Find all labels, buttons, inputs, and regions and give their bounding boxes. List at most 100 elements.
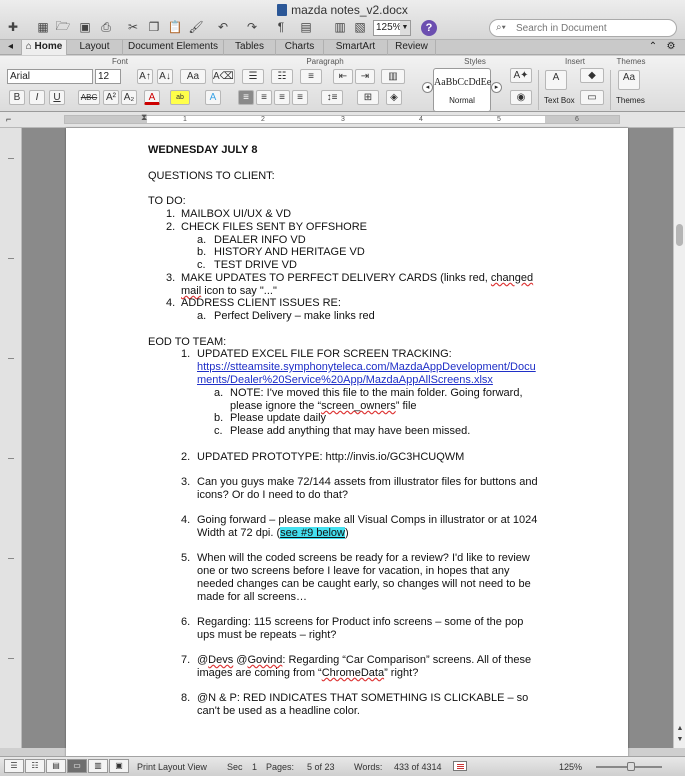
shrink-font-button[interactable]: A↓ [157,69,173,84]
new-document-icon[interactable]: ✚ [4,18,22,36]
underline-button[interactable]: U [49,90,65,105]
notebook-view-icon[interactable]: ▥ [88,759,108,773]
tab-home[interactable]: ⌂ Home [22,40,67,55]
multilevel-list-icon[interactable]: ≡ [300,69,322,84]
style-normal[interactable]: AaBbCcDdEe Normal [433,68,491,112]
templates-icon[interactable]: ▦ [34,18,52,36]
view-mode-label: Print Layout View [137,762,207,772]
doc-todo: TO DO: [148,195,186,207]
align-center-button[interactable]: ≡ [256,90,272,105]
separator [538,70,539,110]
shading-icon[interactable]: ◈ [386,90,402,105]
search-box[interactable]: ⌕▾ [489,19,677,37]
list-item: DEALER INFO VD [214,234,306,246]
font-size-select[interactable]: 12 [95,69,121,84]
proofing-icon[interactable] [453,761,467,771]
publishing-view-icon[interactable]: ▤ [46,759,66,773]
tab-review[interactable]: Review [388,40,436,55]
line-spacing-icon[interactable]: ↕≡ [321,90,343,105]
grow-font-button[interactable]: A↑ [137,69,153,84]
list-item: can't be used as a headline color. [197,705,360,717]
focus-view-icon[interactable]: ▣ [109,759,129,773]
styles-prev-icon[interactable]: ◂ [422,82,433,93]
tracking-link[interactable]: ments/Dealer%20Service%20App/MazdaAppAll… [197,374,493,387]
bold-button[interactable]: B [9,90,25,105]
numbering-icon[interactable]: ☷ [271,69,293,84]
search-input[interactable] [516,22,671,35]
align-right-button[interactable]: ≡ [274,90,290,105]
redo-icon[interactable]: ↷ [243,18,261,36]
tab-charts[interactable]: Charts [276,40,324,55]
picture-icon[interactable]: ▭ [580,90,604,105]
tab-stop-icon[interactable]: ⌐ [6,114,18,126]
help-icon[interactable]: ? [421,20,437,36]
chevron-down-icon[interactable]: ▼ [400,21,410,35]
themes-icon[interactable]: Aa [618,70,640,90]
shape-icon[interactable]: ◆ [580,68,604,83]
clear-formatting-button[interactable]: A⌫ [212,69,235,84]
print-icon[interactable]: ⎙ [97,18,115,36]
tab-tables[interactable]: Tables [224,40,276,55]
undo-icon[interactable]: ↶ [214,18,232,36]
ruler-bar[interactable]: 1 2 3 4 5 6 [64,115,620,124]
text-styles-icon[interactable]: A✦ [510,68,532,83]
text-effects-button[interactable]: A [205,90,221,105]
draft-view-icon[interactable]: ☰ [4,759,24,773]
font-color-button[interactable]: A [144,90,160,105]
strikethrough-button[interactable]: ABC [78,90,100,105]
scroll-up-icon[interactable]: ▲ [675,724,685,734]
list-item: Please add anything that may have been m… [230,425,471,437]
list-number: 3. [181,476,191,488]
text-run: please ignore the “ [230,400,322,412]
save-icon[interactable]: ▣ [76,18,94,36]
tracking-link[interactable]: https://stteamsite.symphonyteleca.com/Ma… [197,361,536,374]
text-run: changed [490,272,534,284]
styles-pane-icon[interactable]: ◉ [510,90,532,105]
tab-smartart[interactable]: SmartArt [324,40,388,55]
increase-indent-icon[interactable]: ⇥ [355,69,375,84]
decrease-indent-icon[interactable]: ⇤ [333,69,353,84]
text-box-icon[interactable]: A [545,70,567,90]
font-name-select[interactable]: Arial [7,69,93,84]
list-letter: c. [197,259,206,271]
bullets-icon[interactable]: ☰ [242,69,264,84]
pilcrow-icon[interactable]: ¶ [272,18,290,36]
sidebar-icon[interactable]: ▤ [297,18,315,36]
tab-layout[interactable]: Layout [67,40,123,55]
format-painter-icon[interactable]: 🖌 [187,18,205,36]
tab-document-elements[interactable]: Document Elements [123,40,224,55]
vertical-scrollbar[interactable]: ▲ ▼ [673,128,685,748]
change-case-button[interactable]: Aa [180,69,206,84]
ribbon: Font Paragraph Styles Insert Themes Aria… [0,56,685,112]
text-run: icon to say "..." [201,285,277,297]
ribbon-back-icon[interactable]: ◂ [0,40,22,55]
paste-icon[interactable]: 📋 [166,18,184,36]
scroll-thumb[interactable] [676,224,683,246]
superscript-button[interactable]: A² [103,90,119,105]
media-icon[interactable]: ▥ [331,18,349,36]
styles-next-icon[interactable]: ▸ [491,82,502,93]
doc-heading: WEDNESDAY JULY 8 [148,144,258,156]
ruler-margin-left [65,116,147,123]
outline-view-icon[interactable]: ☷ [25,759,45,773]
open-folder-icon[interactable]: 🗁 [54,18,72,36]
collapse-ribbon-icon[interactable]: ⌃ [646,40,660,55]
zoom-slider-knob[interactable] [627,762,635,771]
ruler-number: 5 [497,116,501,123]
columns-icon[interactable]: ▥ [381,69,405,84]
ribbon-settings-icon[interactable]: ⚙ [662,40,680,55]
borders-icon[interactable]: ⊞ [357,90,379,105]
list-number: 6. [181,616,191,628]
cut-icon[interactable]: ✂ [124,18,142,36]
italic-button[interactable]: I [29,90,45,105]
print-layout-view-icon[interactable]: ▭ [67,759,87,773]
justify-button[interactable]: ≡ [292,90,308,105]
toolbox-icon[interactable]: ▧ [351,18,369,36]
indent-marker-icon[interactable]: ⧗ [141,112,147,123]
scroll-down-icon[interactable]: ▼ [675,735,685,745]
copy-icon[interactable]: ❐ [145,18,163,36]
highlight-button[interactable]: ab [170,90,190,105]
document-page[interactable]: WEDNESDAY JULY 8 QUESTIONS TO CLIENT: TO… [66,128,628,768]
align-left-button[interactable]: ≡ [238,90,254,105]
subscript-button[interactable]: A₂ [121,90,137,105]
